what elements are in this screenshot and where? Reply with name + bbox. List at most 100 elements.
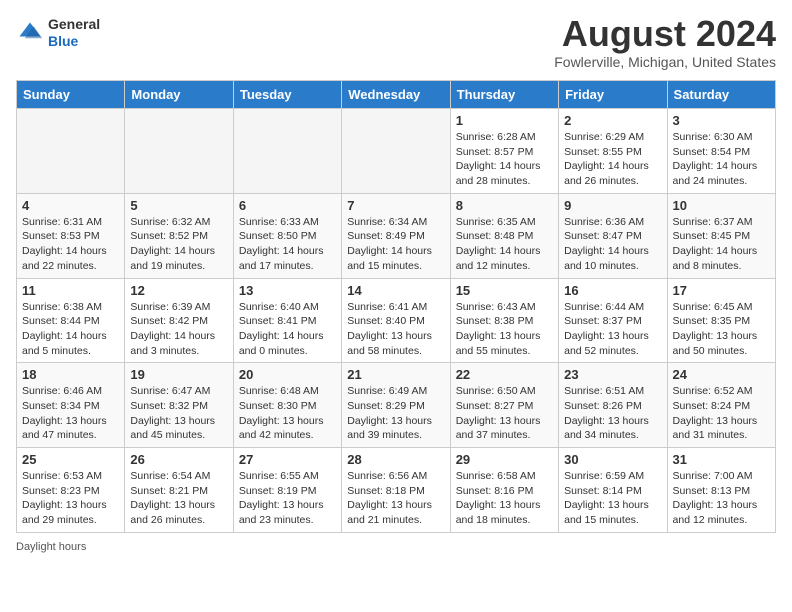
day-detail: Sunrise: 6:44 AM Sunset: 8:37 PM Dayligh… [564, 300, 661, 359]
day-detail: Sunrise: 6:38 AM Sunset: 8:44 PM Dayligh… [22, 300, 119, 359]
cell-w1-d6: 2Sunrise: 6:29 AM Sunset: 8:55 PM Daylig… [559, 109, 667, 194]
cell-w4-d6: 23 Sunrise: 6:51 AM Sunset: 8:26 PM Dayli… [559, 363, 667, 448]
day-number: 25 [22, 452, 119, 467]
day-detail: Sunrise: 6:37 AM Sunset: 8:45 PM Dayligh… [673, 215, 770, 274]
cell-w4-d4: 21 Sunrise: 6:49 AM Sunset: 8:29 PM Dayli… [342, 363, 450, 448]
col-tuesday: Tuesday [233, 81, 341, 109]
day-detail: Sunrise: 6:55 AM Sunset: 8:19 PM Dayligh… [239, 469, 336, 528]
day-number: 30 [564, 452, 661, 467]
cell-w5-d4: 28Sunrise: 6:56 AM Sunset: 8:18 PM Dayli… [342, 448, 450, 533]
cell-w5-d5: 29 Sunrise: 6:58 AM Sunset: 8:16 PM Dayli… [450, 448, 558, 533]
week-row-5: 25 Sunrise: 6:53 AM Sunset: 8:23 PM Dayli… [17, 448, 776, 533]
cell-w4-d1: 18 Sunrise: 6:46 AM Sunset: 8:34 PM Dayli… [17, 363, 125, 448]
day-detail: Sunrise: 6:50 AM Sunset: 8:27 PM Dayligh… [456, 384, 553, 443]
day-number: 23 [564, 367, 661, 382]
day-detail: Sunrise: 6:53 AM Sunset: 8:23 PM Dayligh… [22, 469, 119, 528]
day-number: 29 [456, 452, 553, 467]
daylight-label: Daylight hours [16, 541, 86, 553]
cell-w5-d6: 30 Sunrise: 6:59 AM Sunset: 8:14 PM Dayli… [559, 448, 667, 533]
day-detail: Sunrise: 6:45 AM Sunset: 8:35 PM Dayligh… [673, 300, 770, 359]
day-number: 27 [239, 452, 336, 467]
cell-w3-d6: 16 Sunrise: 6:44 AM Sunset: 8:37 PM Dayli… [559, 278, 667, 363]
day-detail: Sunrise: 6:30 AM Sunset: 8:54 PM Dayligh… [673, 130, 770, 189]
day-detail: Sunrise: 6:39 AM Sunset: 8:42 PM Dayligh… [130, 300, 227, 359]
cell-w3-d3: 13Sunrise: 6:40 AM Sunset: 8:41 PM Dayli… [233, 278, 341, 363]
day-number: 1 [456, 113, 553, 128]
day-detail: Sunrise: 6:31 AM Sunset: 8:53 PM Dayligh… [22, 215, 119, 274]
cell-w4-d2: 19 Sunrise: 6:47 AM Sunset: 8:32 PM Dayli… [125, 363, 233, 448]
day-number: 3 [673, 113, 770, 128]
day-detail: Sunrise: 6:51 AM Sunset: 8:26 PM Dayligh… [564, 384, 661, 443]
day-number: 4 [22, 198, 119, 213]
cell-w1-d2 [125, 109, 233, 194]
day-detail: Sunrise: 6:40 AM Sunset: 8:41 PM Dayligh… [239, 300, 336, 359]
cell-w5-d7: 31Sunrise: 7:00 AM Sunset: 8:13 PM Dayli… [667, 448, 775, 533]
day-number: 2 [564, 113, 661, 128]
logo: General Blue [16, 16, 100, 50]
day-detail: Sunrise: 6:34 AM Sunset: 8:49 PM Dayligh… [347, 215, 444, 274]
col-wednesday: Wednesday [342, 81, 450, 109]
day-detail: Sunrise: 6:48 AM Sunset: 8:30 PM Dayligh… [239, 384, 336, 443]
day-detail: Sunrise: 6:58 AM Sunset: 8:16 PM Dayligh… [456, 469, 553, 528]
day-detail: Sunrise: 6:28 AM Sunset: 8:57 PM Dayligh… [456, 130, 553, 189]
cell-w2-d6: 9 Sunrise: 6:36 AM Sunset: 8:47 PM Daylig… [559, 193, 667, 278]
day-detail: Sunrise: 6:49 AM Sunset: 8:29 PM Dayligh… [347, 384, 444, 443]
day-detail: Sunrise: 6:47 AM Sunset: 8:32 PM Dayligh… [130, 384, 227, 443]
day-detail: Sunrise: 6:36 AM Sunset: 8:47 PM Dayligh… [564, 215, 661, 274]
day-number: 7 [347, 198, 444, 213]
day-number: 8 [456, 198, 553, 213]
week-row-4: 18 Sunrise: 6:46 AM Sunset: 8:34 PM Dayli… [17, 363, 776, 448]
cell-w3-d2: 12 Sunrise: 6:39 AM Sunset: 8:42 PM Dayli… [125, 278, 233, 363]
col-monday: Monday [125, 81, 233, 109]
cell-w4-d7: 24Sunrise: 6:52 AM Sunset: 8:24 PM Dayli… [667, 363, 775, 448]
col-thursday: Thursday [450, 81, 558, 109]
day-number: 9 [564, 198, 661, 213]
cell-w5-d3: 27 Sunrise: 6:55 AM Sunset: 8:19 PM Dayli… [233, 448, 341, 533]
cell-w1-d5: 1 Sunrise: 6:28 AM Sunset: 8:57 PM Daylig… [450, 109, 558, 194]
day-number: 15 [456, 283, 553, 298]
day-number: 21 [347, 367, 444, 382]
day-number: 12 [130, 283, 227, 298]
day-detail: Sunrise: 6:46 AM Sunset: 8:34 PM Dayligh… [22, 384, 119, 443]
cell-w3-d7: 17 Sunrise: 6:45 AM Sunset: 8:35 PM Dayli… [667, 278, 775, 363]
day-number: 10 [673, 198, 770, 213]
cell-w2-d3: 6Sunrise: 6:33 AM Sunset: 8:50 PM Daylig… [233, 193, 341, 278]
cell-w2-d4: 7 Sunrise: 6:34 AM Sunset: 8:49 PM Daylig… [342, 193, 450, 278]
location-subtitle: Fowlerville, Michigan, United States [554, 54, 776, 70]
day-number: 18 [22, 367, 119, 382]
day-number: 26 [130, 452, 227, 467]
cell-w4-d5: 22 Sunrise: 6:50 AM Sunset: 8:27 PM Dayli… [450, 363, 558, 448]
week-row-1: 1 Sunrise: 6:28 AM Sunset: 8:57 PM Daylig… [17, 109, 776, 194]
day-detail: Sunrise: 6:59 AM Sunset: 8:14 PM Dayligh… [564, 469, 661, 528]
cell-w3-d4: 14 Sunrise: 6:41 AM Sunset: 8:40 PM Dayli… [342, 278, 450, 363]
week-row-3: 11 Sunrise: 6:38 AM Sunset: 8:44 PM Dayli… [17, 278, 776, 363]
cell-w1-d4 [342, 109, 450, 194]
header: General Blue August 2024 Fowlerville, Mi… [16, 16, 776, 70]
title-block: August 2024 Fowlerville, Michigan, Unite… [554, 16, 776, 70]
day-detail: Sunrise: 6:41 AM Sunset: 8:40 PM Dayligh… [347, 300, 444, 359]
day-number: 11 [22, 283, 119, 298]
day-number: 22 [456, 367, 553, 382]
day-number: 19 [130, 367, 227, 382]
header-row: Sunday Monday Tuesday Wednesday Thursday… [17, 81, 776, 109]
cell-w3-d1: 11 Sunrise: 6:38 AM Sunset: 8:44 PM Dayli… [17, 278, 125, 363]
day-detail: Sunrise: 6:52 AM Sunset: 8:24 PM Dayligh… [673, 384, 770, 443]
footer-note: Daylight hours [16, 541, 776, 553]
cell-w5-d2: 26Sunrise: 6:54 AM Sunset: 8:21 PM Dayli… [125, 448, 233, 533]
col-saturday: Saturday [667, 81, 775, 109]
day-detail: Sunrise: 6:33 AM Sunset: 8:50 PM Dayligh… [239, 215, 336, 274]
day-number: 20 [239, 367, 336, 382]
day-number: 31 [673, 452, 770, 467]
day-number: 28 [347, 452, 444, 467]
month-year-title: August 2024 [554, 16, 776, 52]
day-number: 17 [673, 283, 770, 298]
cell-w4-d3: 20 Sunrise: 6:48 AM Sunset: 8:30 PM Dayli… [233, 363, 341, 448]
cell-w2-d7: 10 Sunrise: 6:37 AM Sunset: 8:45 PM Dayli… [667, 193, 775, 278]
day-number: 16 [564, 283, 661, 298]
col-sunday: Sunday [17, 81, 125, 109]
day-detail: Sunrise: 6:32 AM Sunset: 8:52 PM Dayligh… [130, 215, 227, 274]
week-row-2: 4 Sunrise: 6:31 AM Sunset: 8:53 PM Daylig… [17, 193, 776, 278]
cell-w2-d5: 8Sunrise: 6:35 AM Sunset: 8:48 PM Daylig… [450, 193, 558, 278]
day-number: 14 [347, 283, 444, 298]
cell-w5-d1: 25 Sunrise: 6:53 AM Sunset: 8:23 PM Dayli… [17, 448, 125, 533]
